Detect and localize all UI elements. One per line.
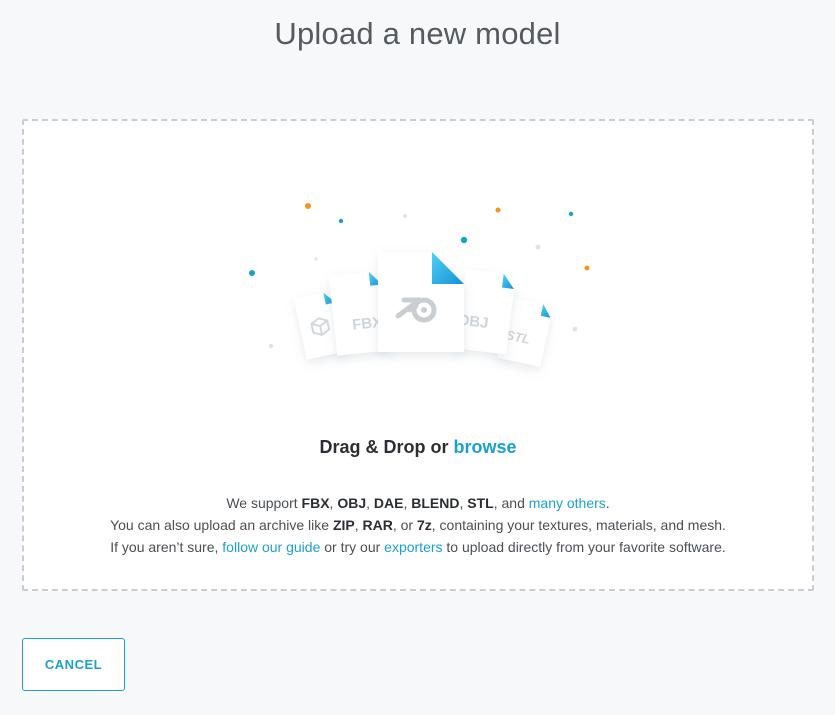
drag-drop-prompt: Drag & Drop or browse <box>24 437 812 458</box>
supported-formats-line: We support FBX, OBJ, DAE, BLEND, STL, an… <box>24 492 812 514</box>
confetti-dot <box>403 214 407 218</box>
format-dae: DAE <box>373 495 404 511</box>
info-text: If you aren’t sure, <box>110 539 223 555</box>
confetti-dot <box>495 207 501 213</box>
cancel-button[interactable]: CANCEL <box>22 638 125 691</box>
drag-drop-text: Drag & Drop or <box>319 437 454 457</box>
confetti-dot <box>584 265 590 271</box>
info-text: . <box>605 495 610 511</box>
browse-link[interactable]: browse <box>453 437 516 457</box>
info-text: or try our <box>320 539 385 555</box>
upload-info: We support FBX, OBJ, DAE, BLEND, STL, an… <box>24 492 812 558</box>
exporters-link[interactable]: exporters <box>384 539 442 555</box>
archive-zip: ZIP <box>332 517 355 533</box>
confetti-dot <box>460 236 468 244</box>
format-fbx: FBX <box>301 495 330 511</box>
info-text: to upload directly from your favorite so… <box>442 539 726 555</box>
confetti-dot <box>249 270 255 276</box>
archive-7z: 7z <box>416 517 432 533</box>
info-text: , and <box>493 495 529 511</box>
format-stl: STL <box>467 495 494 511</box>
info-text: We support <box>226 495 302 511</box>
confetti-dot <box>572 326 578 332</box>
info-text: , or <box>392 517 417 533</box>
info-text: , <box>354 517 363 533</box>
page-title: Upload a new model <box>274 16 561 51</box>
info-text: You can also upload an archive like <box>110 517 333 533</box>
follow-guide-link[interactable]: follow our guide <box>222 539 320 555</box>
confetti-dot <box>268 343 274 349</box>
upload-dropzone[interactable]: FBX STL OBJ Drag & Drop or browse We sup… <box>22 119 814 591</box>
confetti-dot <box>338 218 344 224</box>
confetti-dot <box>305 203 311 209</box>
info-text: , containing your textures, materials, a… <box>431 517 726 533</box>
format-obj: OBJ <box>337 495 367 511</box>
confetti-dot <box>568 211 574 217</box>
info-text: , <box>366 495 374 511</box>
file-types-illustration: FBX STL OBJ <box>249 203 590 367</box>
many-others-link[interactable]: many others <box>529 495 606 511</box>
confetti-dot <box>314 257 318 261</box>
help-line: If you aren’t sure, follow our guide or … <box>24 536 812 558</box>
file-card-blend <box>378 252 464 352</box>
confetti-dot <box>535 244 541 250</box>
archive-info-line: You can also upload an archive like ZIP,… <box>24 514 812 536</box>
archive-rar: RAR <box>362 517 393 533</box>
format-blend: BLEND <box>411 495 460 511</box>
